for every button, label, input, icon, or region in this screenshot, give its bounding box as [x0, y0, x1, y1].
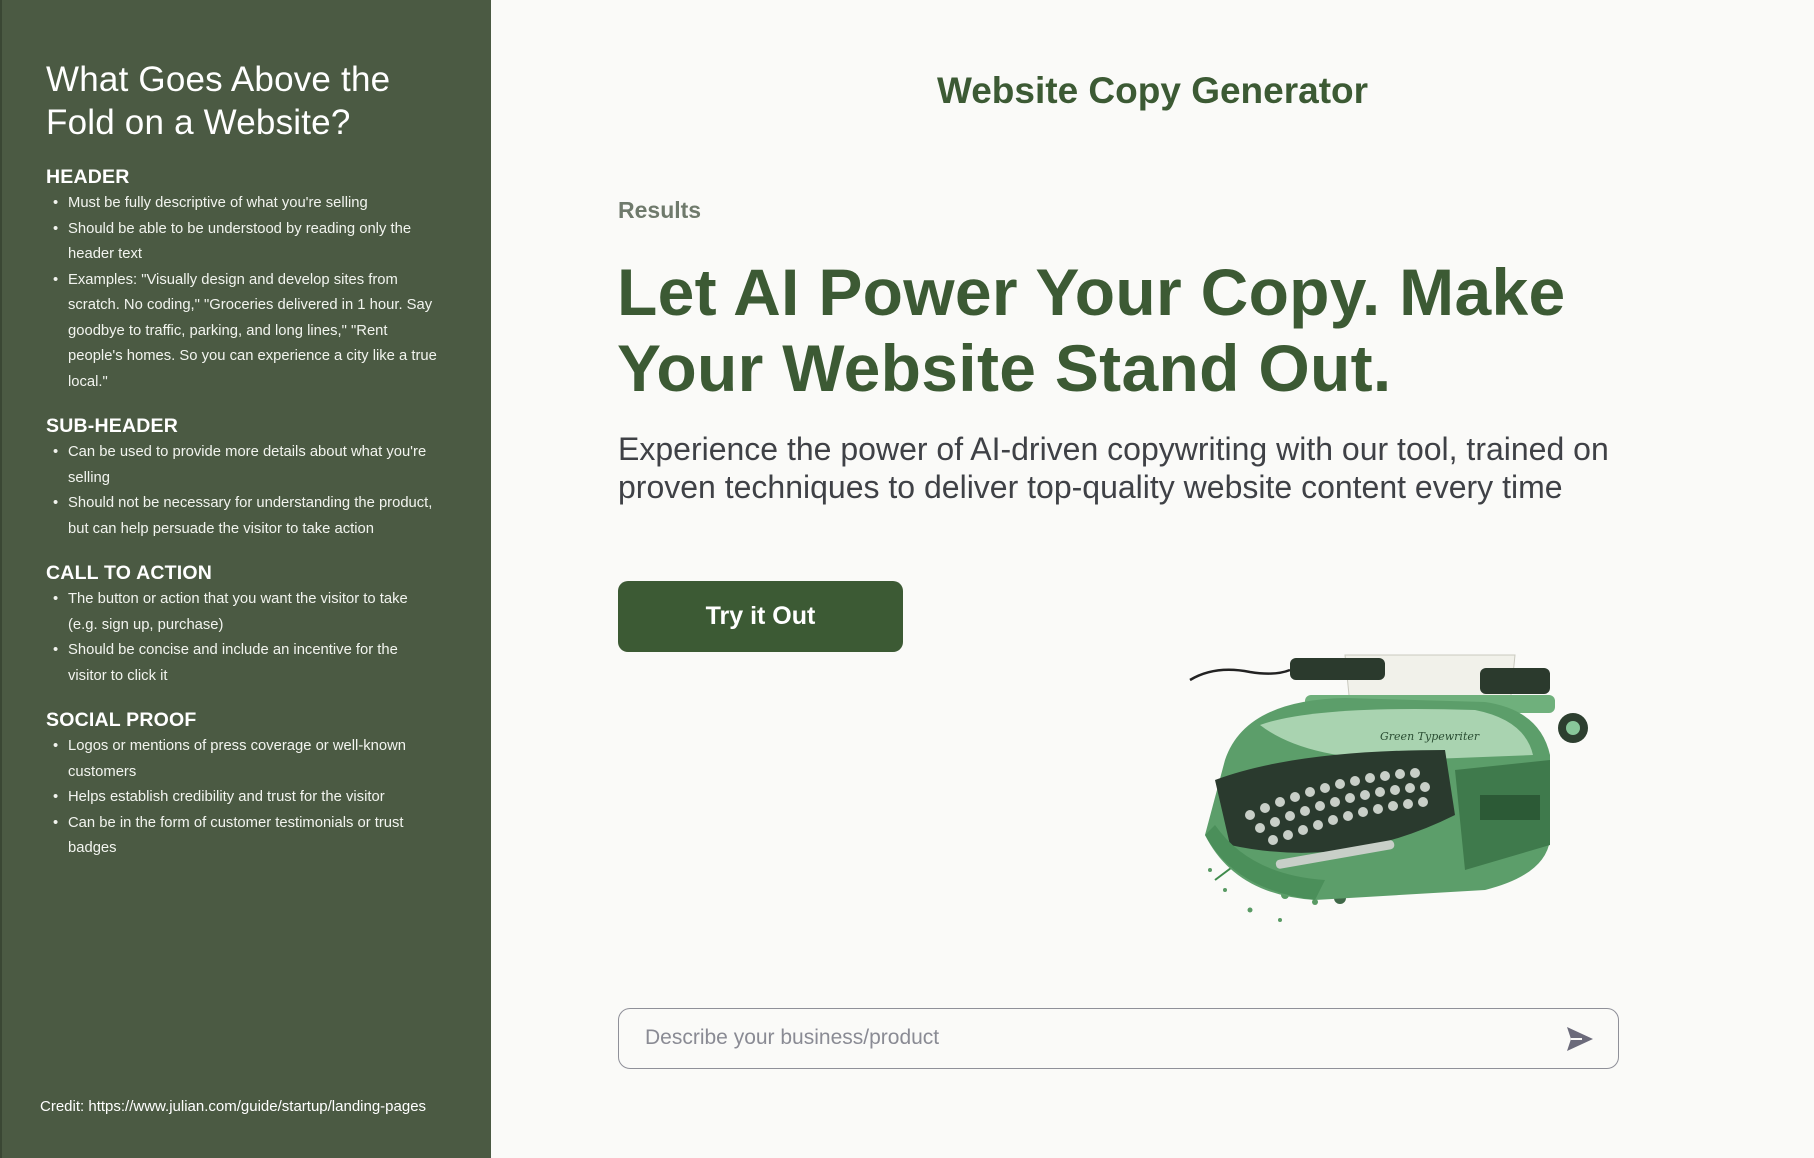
section-heading: CALL TO ACTION — [46, 562, 213, 584]
section-heading: HEADER — [46, 166, 130, 188]
list-item: Logos or mentions of press coverage or w… — [46, 734, 438, 785]
section-heading: SUB-HEADER — [46, 415, 179, 437]
sidebar-title: What Goes Above the Fold on a Website? — [46, 60, 391, 142]
list-item: Helps establish credibility and trust fo… — [46, 785, 438, 811]
try-it-out-button[interactable]: Try it Out — [618, 581, 903, 652]
results-label: Results — [618, 197, 702, 223]
business-description-input[interactable] — [645, 1009, 1545, 1067]
list-item: Must be fully descriptive of what you're… — [46, 191, 438, 217]
section-list: The button or action that you want the v… — [46, 587, 451, 689]
list-item: Should not be necessary for understandin… — [46, 491, 438, 542]
section-heading: SOCIAL PROOF — [46, 709, 197, 731]
credit-text: Credit: https://www.julian.com/guide/sta… — [40, 1098, 427, 1115]
page-title: Website Copy Generator — [936, 70, 1369, 111]
list-item: Can be used to provide more details abou… — [46, 440, 438, 491]
headline: Let AI Power Your Copy. Make Your Websit… — [617, 255, 1566, 405]
list-item: Should be concise and include an incenti… — [46, 638, 438, 689]
typewriter-illustration: Green Typewriter — [1189, 654, 1588, 922]
list-item: The button or action that you want the v… — [46, 587, 438, 638]
send-icon[interactable] — [1564, 1023, 1596, 1055]
section-list: Can be used to provide more details abou… — [46, 440, 451, 542]
list-item: Examples: "Visually design and develop s… — [46, 268, 438, 396]
sidebar-sections: HEADER Must be fully descriptive of what … — [46, 166, 451, 862]
sidebar: What Goes Above the Fold on a Website? H… — [0, 0, 491, 1158]
business-input-container — [618, 1008, 1619, 1069]
section-list: Must be fully descriptive of what you're… — [46, 191, 451, 395]
svg-text:Green Typewriter: Green Typewriter — [1380, 730, 1480, 743]
list-item: Should be able to be understood by readi… — [46, 217, 438, 268]
list-item: Can be in the form of customer testimoni… — [46, 811, 438, 862]
section-list: Logos or mentions of press coverage or w… — [46, 734, 451, 862]
subheadline: Experience the power of AI-driven copywr… — [618, 431, 1609, 505]
